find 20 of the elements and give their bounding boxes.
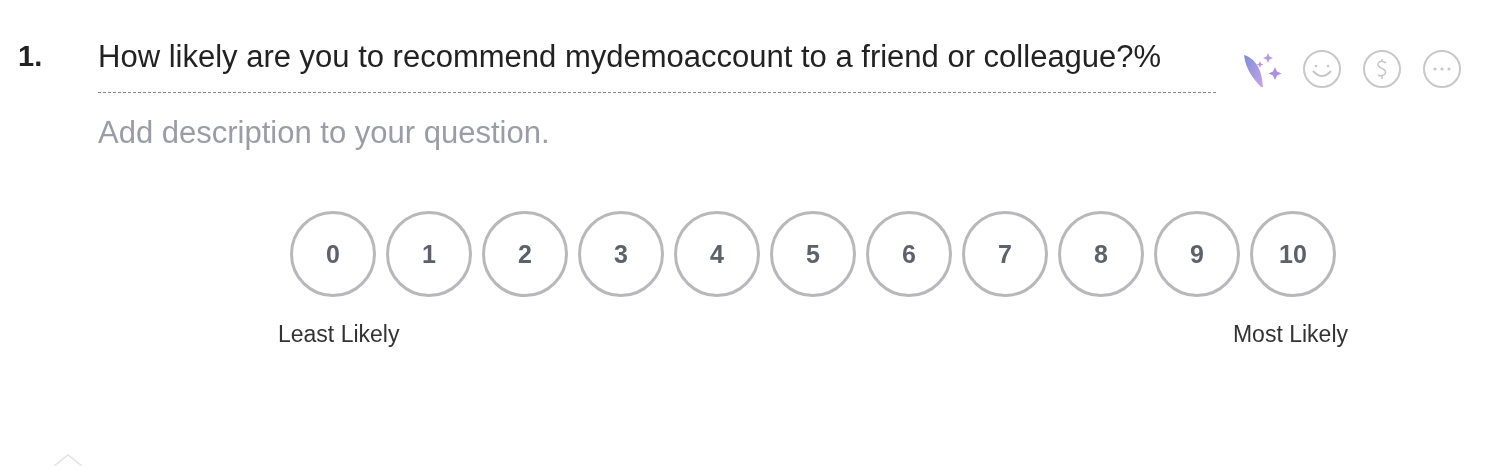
- scale-option[interactable]: 3: [578, 211, 664, 297]
- scale-option[interactable]: 1: [386, 211, 472, 297]
- scale-option[interactable]: 5: [770, 211, 856, 297]
- scale-option[interactable]: 9: [1154, 211, 1240, 297]
- scale-option[interactable]: 6: [866, 211, 952, 297]
- question-number: 1.: [18, 39, 44, 74]
- scale-option[interactable]: 0: [290, 211, 376, 297]
- scale-option[interactable]: 2: [482, 211, 568, 297]
- scale-max-label: Most Likely: [1232, 321, 1348, 348]
- more-icon[interactable]: [1422, 49, 1462, 89]
- scale-option[interactable]: 7: [962, 211, 1048, 297]
- scale-option[interactable]: 8: [1058, 211, 1144, 297]
- description-field[interactable]: Add description to your question.: [98, 111, 1216, 155]
- scale-option[interactable]: 10: [1250, 211, 1336, 297]
- smiley-icon[interactable]: [1302, 49, 1342, 89]
- caret-icon[interactable]: [53, 454, 83, 466]
- scale-option[interactable]: 4: [674, 211, 760, 297]
- dollar-icon[interactable]: [1362, 49, 1402, 89]
- scale-min-label: Least Likely: [278, 321, 400, 348]
- question-title[interactable]: How likely are you to recommend mydemoaccount to a friend or colleague?%: [98, 32, 1216, 93]
